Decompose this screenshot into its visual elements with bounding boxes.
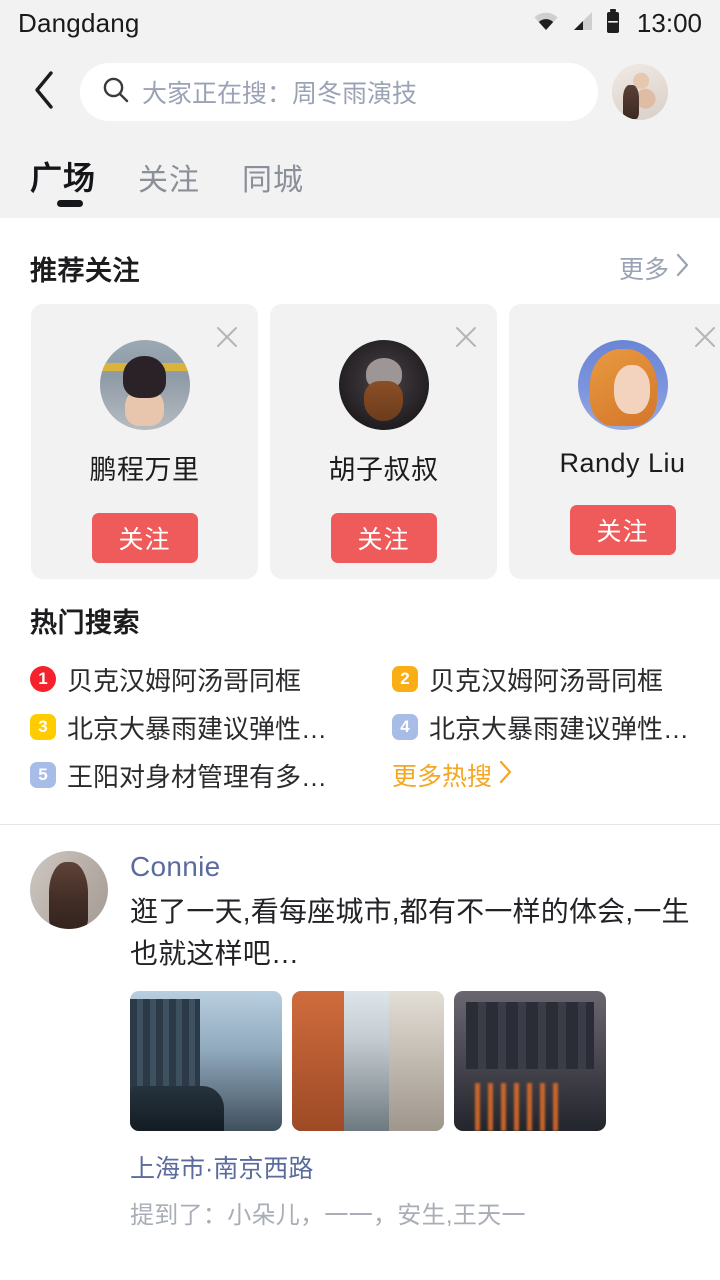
recommend-card[interactable]: 鹏程万里 关注 (31, 304, 258, 579)
recommend-card-name: 胡子叔叔 (328, 455, 439, 485)
rank-badge: 3 (30, 714, 56, 740)
recommend-more-button[interactable]: 更多 (619, 250, 690, 286)
recommend-card-list[interactable]: 鹏程万里 关注 胡子叔叔 关注 Randy Liu 关注 (0, 304, 720, 579)
chevron-left-icon (31, 70, 57, 115)
hot-search-item[interactable]: 3 北京大暴雨建议弹性… (30, 704, 392, 750)
follow-button[interactable]: 关注 (569, 505, 676, 555)
back-button[interactable] (22, 70, 66, 114)
hot-search-item[interactable]: 5 王阳对身材管理有多… (30, 752, 392, 798)
hot-search-item[interactable]: 4 北京大暴雨建议弹性… (392, 704, 690, 750)
tab-same-city[interactable]: 同城 (242, 155, 304, 215)
post-image[interactable] (292, 991, 444, 1131)
search-icon (102, 76, 129, 108)
tab-plaza-label: 广场 (30, 160, 97, 196)
hot-search-item[interactable]: 2 贝克汉姆阿汤哥同框 (392, 656, 690, 702)
avatar-image (338, 340, 429, 430)
hot-search-text: 北京大暴雨建议弹性… (67, 713, 328, 744)
rank-badge: 2 (392, 666, 418, 692)
city-street-photo (130, 991, 282, 1131)
signal-icon (571, 11, 593, 36)
hot-search-item[interactable]: 1 贝克汉姆阿汤哥同框 (30, 656, 392, 702)
recommend-card-avatar[interactable] (338, 340, 429, 430)
header-zone: Dangdang 13:00 大家正在搜：周冬雨演技 广场 关注 同城 (0, 0, 720, 218)
hot-search-text: 贝克汉姆阿汤哥同框 (429, 665, 664, 696)
waterfront-night-photo (454, 991, 606, 1131)
rank-badge: 4 (392, 714, 418, 740)
post-avatar[interactable] (30, 851, 108, 929)
hot-search-text: 贝克汉姆阿汤哥同框 (67, 665, 302, 696)
search-row: 大家正在搜：周冬雨演技 (0, 47, 720, 137)
rank-badge: 5 (30, 762, 56, 788)
battery-icon (605, 9, 621, 38)
tab-plaza[interactable]: 广场 (30, 153, 96, 215)
close-icon[interactable] (451, 322, 481, 352)
avatar-image (577, 340, 668, 430)
avatar[interactable] (612, 64, 668, 120)
post-item: Connie 逛了一天,看每座城市,都有不一样的体会,一生也就这样吧… 上海市·… (0, 825, 720, 1230)
post-image[interactable] (454, 991, 606, 1131)
recommend-card-name: Randy Liu (559, 448, 686, 478)
recommend-card[interactable]: 胡子叔叔 关注 (270, 304, 497, 579)
hot-search-grid: 1 贝克汉姆阿汤哥同框 2 贝克汉姆阿汤哥同框 3 北京大暴雨建议弹性… 4 北… (30, 656, 690, 798)
post-username[interactable]: Connie (130, 851, 690, 883)
post-image-grid (130, 991, 690, 1131)
close-icon[interactable] (690, 322, 720, 352)
rank-badge: 1 (30, 666, 56, 692)
app-title: Dangdang (18, 8, 140, 38)
hot-search-title: 热门搜索 (30, 608, 140, 638)
clock: 13:00 (636, 8, 702, 38)
tab-bar: 广场 关注 同城 (0, 137, 720, 215)
hot-search-text: 北京大暴雨建议弹性… (429, 713, 690, 744)
search-placeholder: 大家正在搜：周冬雨演技 (142, 80, 418, 108)
follow-button[interactable]: 关注 (91, 513, 198, 563)
recommend-section: 推荐关注 更多 (0, 232, 720, 304)
status-bar: Dangdang 13:00 (0, 0, 720, 47)
chevron-right-icon (675, 253, 690, 284)
status-bar-icons: 13:00 (533, 8, 702, 39)
hot-search-text: 王阳对身材管理有多… (67, 761, 328, 792)
avatar-image (612, 64, 668, 120)
venice-canal-photo (292, 991, 444, 1131)
recommend-more-label: 更多 (618, 256, 669, 284)
tab-following-label: 关注 (138, 164, 201, 197)
search-input[interactable]: 大家正在搜：周冬雨演技 (80, 63, 598, 121)
post-body: Connie 逛了一天,看每座城市,都有不一样的体会,一生也就这样吧… 上海市·… (130, 851, 690, 1230)
recommend-card-avatar[interactable] (99, 340, 190, 430)
tab-same-city-label: 同城 (242, 164, 305, 197)
recommend-header: 推荐关注 更多 (30, 232, 690, 304)
avatar-image (99, 340, 190, 430)
wifi-icon (533, 11, 559, 36)
post-image[interactable] (130, 991, 282, 1131)
recommend-card[interactable]: Randy Liu 关注 (509, 304, 720, 579)
post-location[interactable]: 上海市·南京西路 (130, 1149, 690, 1185)
chevron-right-icon (498, 760, 513, 791)
follow-button[interactable]: 关注 (330, 513, 437, 563)
post-text: 逛了一天,看每座城市,都有不一样的体会,一生也就这样吧… (130, 896, 690, 969)
more-hot-search-label: 更多热搜 (392, 763, 493, 791)
avatar-image (30, 851, 108, 929)
recommend-card-avatar[interactable] (577, 340, 668, 430)
post-mentions: 提到了：小朵儿，一一，安生,王天一 (130, 1202, 526, 1229)
tab-following[interactable]: 关注 (138, 155, 200, 215)
close-icon[interactable] (212, 322, 242, 352)
recommend-title: 推荐关注 (30, 255, 140, 286)
recommend-card-name: 鹏程万里 (89, 455, 200, 485)
more-hot-search-button[interactable]: 更多热搜 (392, 752, 690, 798)
hot-search-section: 热门搜索 1 贝克汉姆阿汤哥同框 2 贝克汉姆阿汤哥同框 3 北京大暴雨建议弹性… (0, 601, 720, 798)
